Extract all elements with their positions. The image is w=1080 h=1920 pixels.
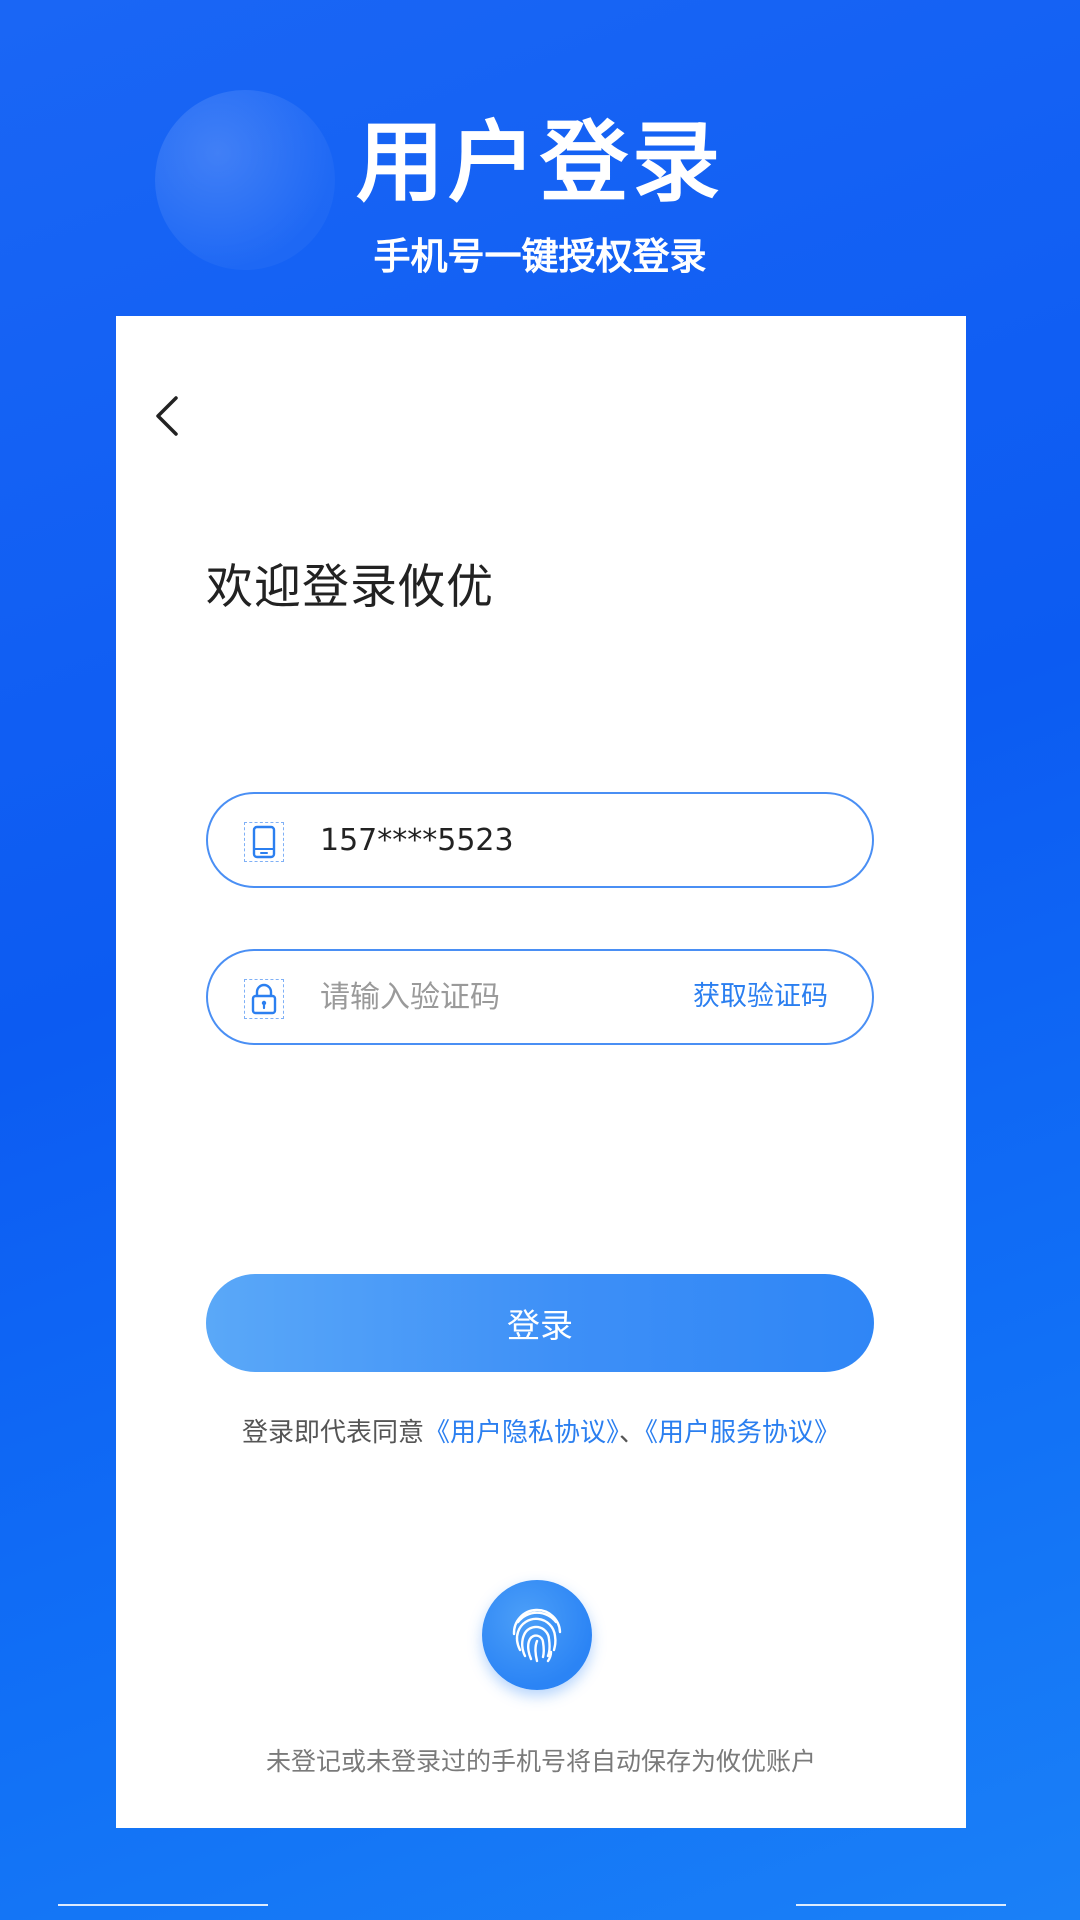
lock-icon <box>244 979 284 1019</box>
auto-register-note: 未登记或未登录过的手机号将自动保存为攸优账户 <box>265 1747 816 1776</box>
phone-icon <box>244 822 284 862</box>
bottom-decoration-line-right <box>796 1904 1006 1906</box>
back-button[interactable] <box>146 388 190 444</box>
verification-code-input[interactable] <box>320 951 680 1043</box>
welcome-heading: 欢迎登录攸优 <box>206 560 494 615</box>
chevron-left-icon <box>156 396 178 436</box>
fingerprint-login-button[interactable] <box>482 1580 592 1690</box>
fingerprint-icon <box>512 1608 562 1663</box>
service-agreement-link[interactable]: 《用户服务协议》 <box>645 1418 840 1448</box>
bottom-decoration-line-left <box>58 1904 268 1906</box>
get-code-button[interactable]: 获取验证码 <box>693 951 828 1043</box>
phone-field[interactable] <box>206 792 874 888</box>
privacy-policy-link[interactable]: 《用户隐私协议》 <box>424 1418 619 1448</box>
agreement-text: 登录即代表同意《用户隐私协议》、《用户服务协议》 <box>116 1412 966 1449</box>
agreement-separator: 、 <box>619 1418 646 1448</box>
login-button[interactable]: 登录 <box>206 1274 874 1372</box>
page-title: 用户登录 <box>355 111 724 214</box>
verification-code-field[interactable]: 获取验证码 <box>206 949 874 1045</box>
login-card: 欢迎登录攸优 获取验证码 登录 登录即代表同意《用户隐私协议》、《用户服务协议》 <box>116 316 966 1828</box>
page-subtitle: 手机号一键授权登录 <box>373 235 707 278</box>
phone-input[interactable] <box>320 794 820 886</box>
agreement-prefix: 登录即代表同意 <box>241 1418 424 1448</box>
